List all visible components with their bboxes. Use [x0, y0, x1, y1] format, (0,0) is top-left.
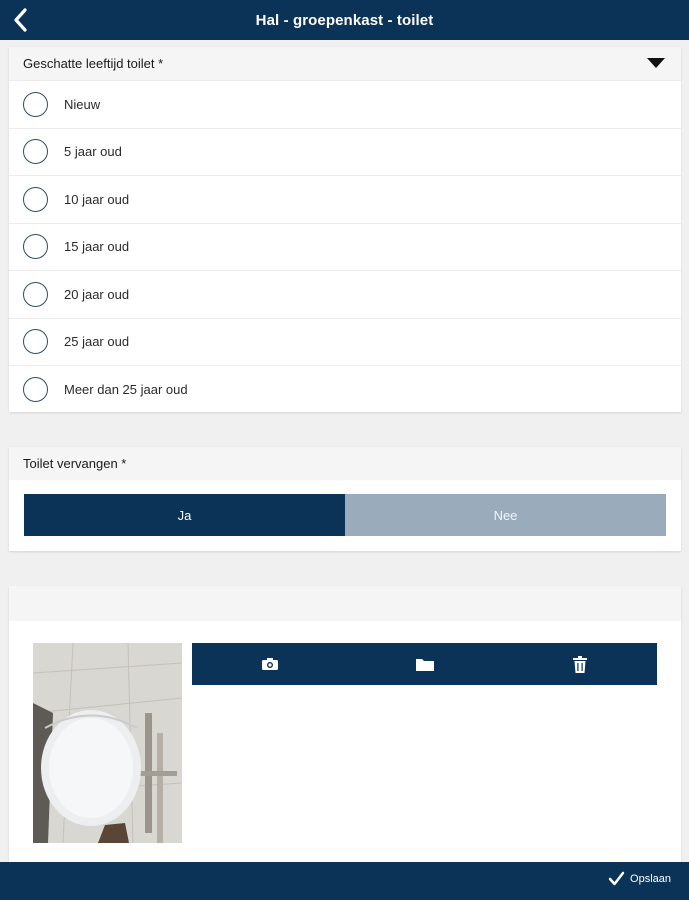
radio-button[interactable]	[23, 281, 48, 307]
option-label: 10 jaar oud	[64, 191, 130, 207]
save-button[interactable]: Opslaan	[608, 871, 671, 886]
chevron-left-icon	[14, 8, 27, 32]
age-option-5[interactable]: 5 jaar oud	[9, 127, 681, 176]
camera-button[interactable]	[192, 643, 347, 685]
radio-button[interactable]	[23, 376, 48, 402]
option-label: Meer dan 25 jaar oud	[64, 381, 188, 397]
radio-button[interactable]	[23, 91, 48, 117]
replace-section-header: Toilet vervangen *	[9, 447, 681, 480]
photo-body	[9, 621, 681, 862]
age-option-10[interactable]: 10 jaar oud	[9, 175, 681, 223]
age-section-title: Geschatte leeftijd toilet *	[23, 56, 164, 71]
age-option-nieuw[interactable]: Nieuw	[9, 80, 681, 128]
option-label: 15 jaar oud	[64, 239, 130, 255]
radio-button[interactable]	[23, 234, 48, 260]
replace-toggle: Ja Nee	[24, 494, 666, 536]
yes-button[interactable]: Ja	[24, 494, 345, 536]
photo-section-header	[9, 586, 681, 621]
photo-card	[9, 586, 681, 862]
age-option-25[interactable]: 25 jaar oud	[9, 317, 681, 366]
age-option-20[interactable]: 20 jaar oud	[9, 270, 681, 318]
top-bar: Hal - groepenkast - toilet	[0, 0, 689, 40]
option-label: 20 jaar oud	[64, 286, 130, 302]
toilet-photo[interactable]	[33, 643, 182, 843]
age-card: Geschatte leeftijd toilet * Nieuw 5 jaar…	[9, 47, 681, 412]
replace-card: Toilet vervangen * Ja Nee	[9, 447, 681, 551]
option-label: Nieuw	[64, 96, 101, 112]
page-title: Hal - groepenkast - toilet	[255, 11, 434, 29]
photo-toolbar	[192, 643, 657, 685]
trash-icon	[572, 655, 587, 673]
back-button[interactable]	[6, 6, 34, 34]
radio-button[interactable]	[23, 186, 48, 212]
option-label: 5 jaar oud	[64, 144, 122, 160]
camera-icon	[261, 658, 278, 670]
age-section-header[interactable]: Geschatte leeftijd toilet *	[9, 47, 681, 80]
radio-button[interactable]	[23, 329, 48, 355]
age-option-15[interactable]: 15 jaar oud	[9, 222, 681, 271]
toilet-photo-image	[33, 643, 182, 843]
folder-button[interactable]	[347, 643, 502, 685]
caret-down-icon[interactable]	[647, 58, 665, 68]
save-label: Opslaan	[630, 872, 671, 885]
folder-icon	[415, 658, 434, 671]
bottom-bar: Opslaan	[0, 862, 689, 900]
age-option-more-than-25[interactable]: Meer dan 25 jaar oud	[9, 365, 681, 413]
checkmark-icon	[608, 871, 625, 886]
no-button[interactable]: Nee	[345, 494, 666, 536]
option-label: 25 jaar oud	[64, 334, 130, 350]
delete-button[interactable]	[502, 643, 657, 685]
radio-button[interactable]	[23, 139, 48, 165]
replace-section-title: Toilet vervangen *	[23, 456, 127, 471]
